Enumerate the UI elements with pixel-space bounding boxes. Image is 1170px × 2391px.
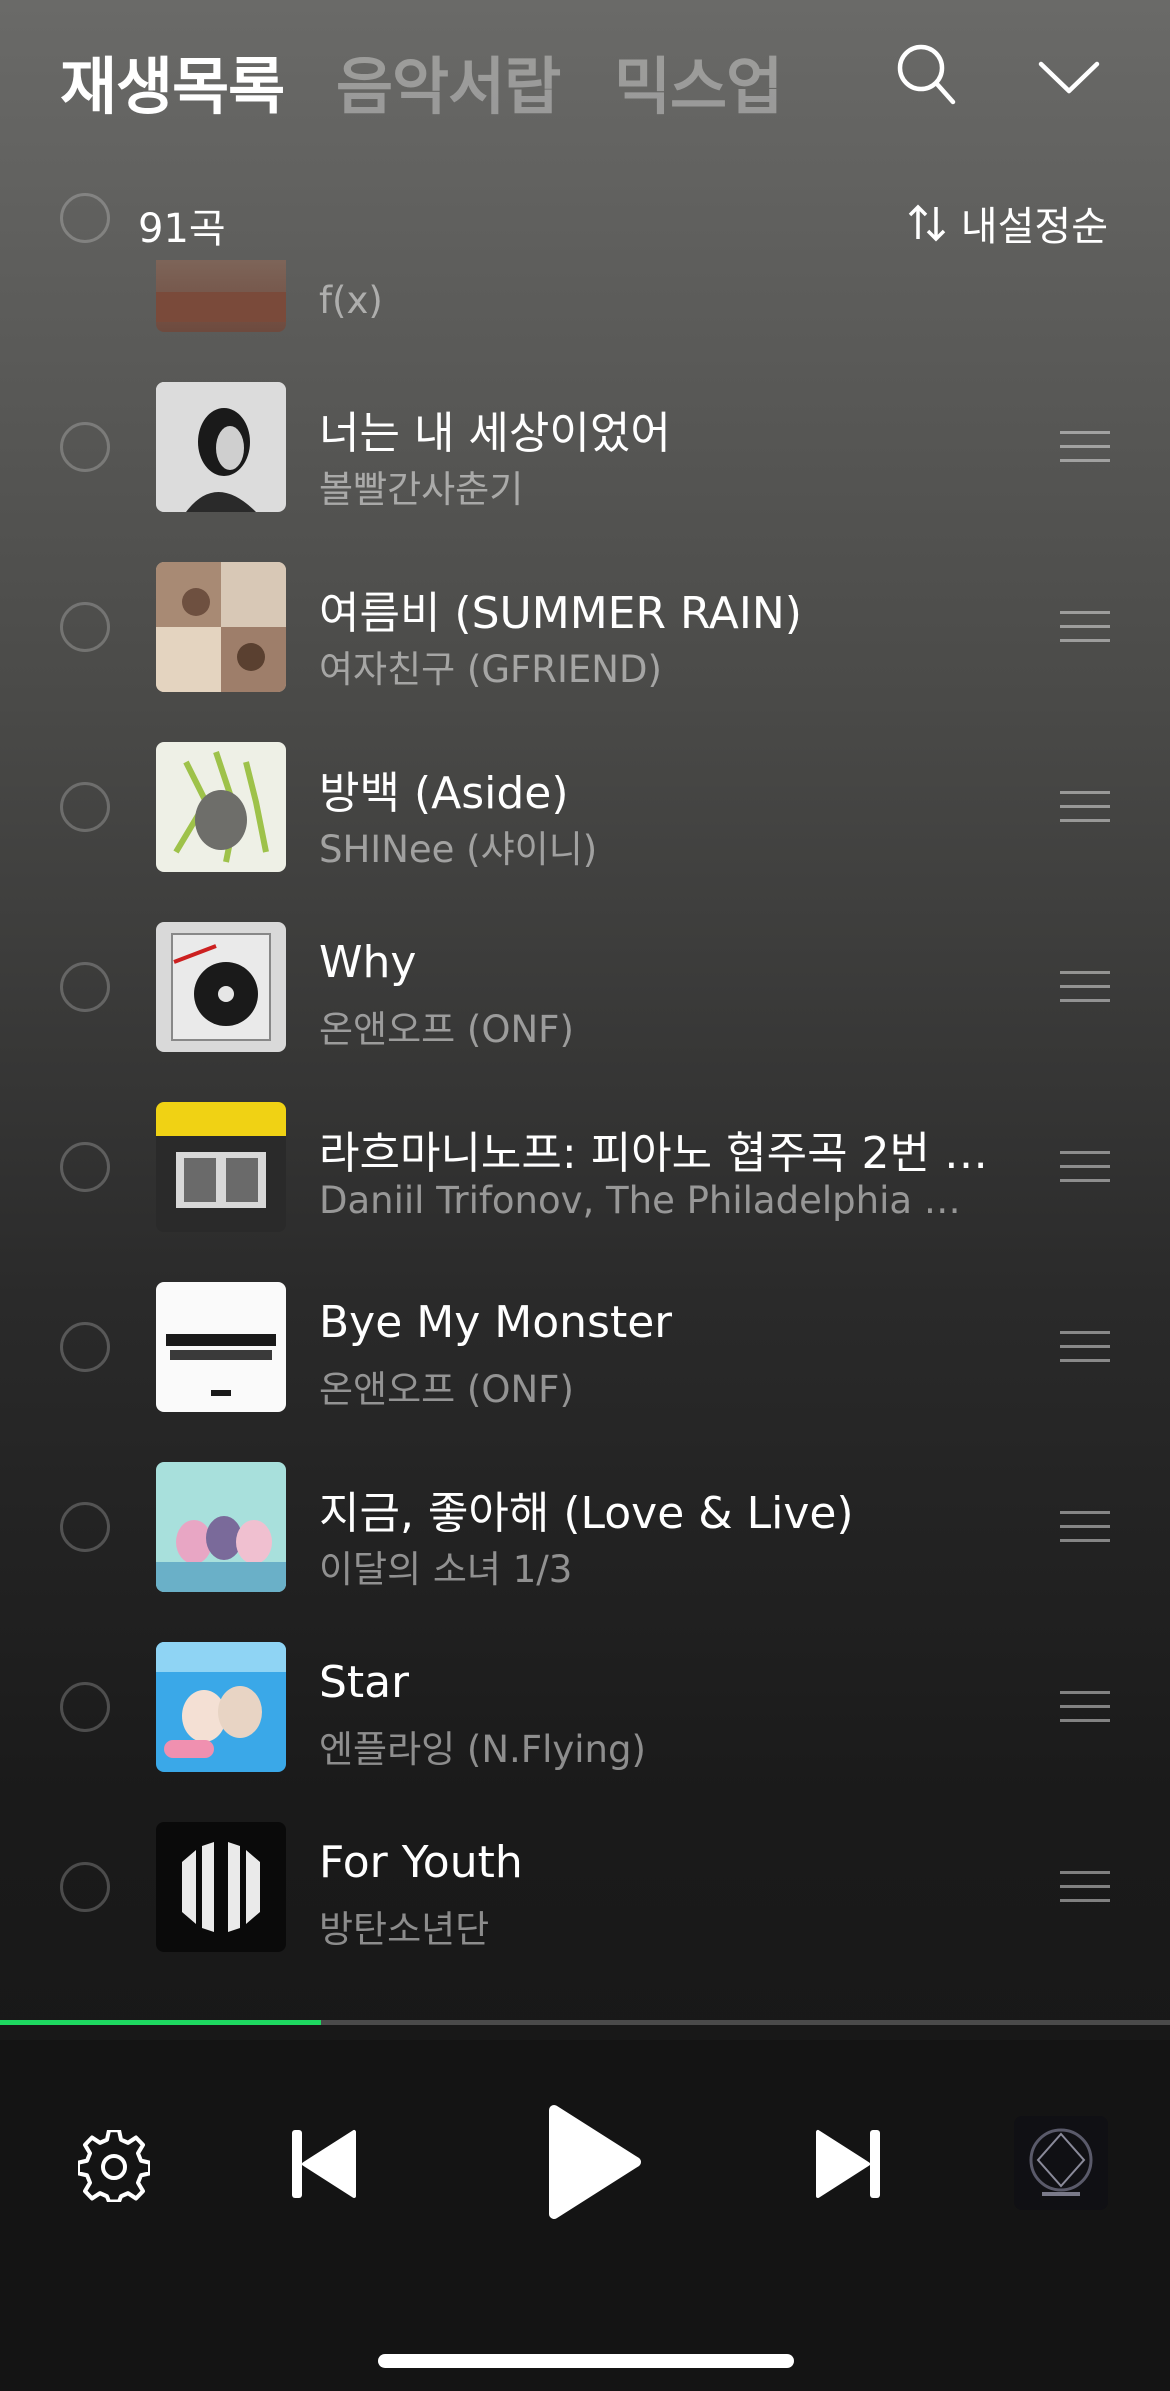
drag-handle-icon[interactable] — [1060, 611, 1110, 643]
player-bar — [0, 2040, 1170, 2391]
next-icon[interactable] — [814, 2128, 882, 2200]
chevron-down-icon[interactable] — [1038, 60, 1100, 96]
playback-progress-bar[interactable] — [0, 2020, 1170, 2025]
track-checkbox[interactable] — [60, 1862, 110, 1912]
tab-mixup[interactable]: 믹스업 — [614, 36, 783, 126]
track-title: 방백 (Aside) — [319, 768, 569, 819]
track-artist: 온앤오프 (ONF) — [319, 1008, 574, 1051]
track-row[interactable]: 여름비 (SUMMER RAIN) 여자친구 (GFRIEND) — [0, 537, 1170, 717]
home-indicator — [378, 2354, 794, 2368]
track-artist: f(x) — [319, 279, 383, 322]
header: 재생목록 음악서랍 믹스업 — [0, 0, 1170, 150]
track-title: Star — [319, 1657, 410, 1708]
track-checkbox[interactable] — [60, 1502, 110, 1552]
settings-icon[interactable] — [78, 2130, 150, 2202]
album-art — [156, 382, 286, 512]
track-row[interactable]: f(x) — [0, 260, 1170, 357]
playback-progress-fill — [0, 2020, 321, 2025]
drag-handle-icon[interactable] — [1060, 791, 1110, 823]
track-artist: 방탄소년단 — [319, 1908, 490, 1951]
track-count: 91곡 — [138, 206, 226, 252]
track-artist: 여자친구 (GFRIEND) — [319, 648, 662, 691]
drag-handle-icon[interactable] — [1060, 1871, 1110, 1903]
track-checkbox[interactable] — [60, 602, 110, 652]
track-checkbox[interactable] — [60, 1682, 110, 1732]
tab-music-drawer[interactable]: 음악서랍 — [336, 36, 561, 126]
track-checkbox[interactable] — [60, 782, 110, 832]
track-checkbox[interactable] — [60, 1322, 110, 1372]
album-art — [156, 1462, 286, 1592]
select-all-checkbox[interactable] — [60, 193, 110, 243]
drag-handle-icon[interactable] — [1060, 1331, 1110, 1363]
track-row[interactable]: 지금, 좋아해 (Love & Live) 이달의 소녀 1/3 — [0, 1437, 1170, 1617]
track-title: For Youth — [319, 1837, 523, 1888]
album-art — [156, 922, 286, 1052]
sort-button[interactable]: 내설정순 — [907, 194, 1108, 252]
track-artist: Daniil Trifonov, The Philadelphia Or… — [319, 1179, 979, 1222]
drag-handle-icon[interactable] — [1060, 1511, 1110, 1543]
track-title: 지금, 좋아해 (Love & Live) — [319, 1488, 854, 1539]
sort-icon — [908, 204, 946, 242]
track-title: 여름비 (SUMMER RAIN) — [319, 588, 802, 639]
album-art — [156, 1642, 286, 1772]
album-art — [156, 1822, 286, 1952]
album-art — [156, 742, 286, 872]
tab-playlist[interactable]: 재생목록 — [60, 36, 285, 126]
drag-handle-icon[interactable] — [1060, 1151, 1110, 1183]
track-checkbox[interactable] — [60, 962, 110, 1012]
track-row[interactable]: For Youth 방탄소년단 — [0, 1797, 1170, 1960]
album-art — [156, 1102, 286, 1232]
album-art — [156, 562, 286, 692]
track-checkbox[interactable] — [60, 422, 110, 472]
track-checkbox[interactable] — [60, 1142, 110, 1192]
track-row[interactable]: Why 온앤오프 (ONF) — [0, 897, 1170, 1077]
play-icon[interactable] — [546, 2102, 642, 2222]
search-icon[interactable] — [895, 42, 957, 108]
sort-label: 내설정순 — [960, 204, 1108, 250]
track-artist: 엔플라잉 (N.Flying) — [319, 1728, 646, 1771]
drag-handle-icon[interactable] — [1060, 1691, 1110, 1723]
drag-handle-icon[interactable] — [1060, 431, 1110, 463]
track-row[interactable]: 라흐마니노프: 피아노 협주곡 2번 C… Daniil Trifonov, T… — [0, 1077, 1170, 1257]
now-playing-album-art[interactable] — [1014, 2116, 1108, 2210]
previous-icon[interactable] — [290, 2128, 358, 2200]
track-title: Bye My Monster — [319, 1297, 673, 1348]
track-row[interactable]: Star 엔플라잉 (N.Flying) — [0, 1617, 1170, 1797]
track-artist: 볼빨간사춘기 — [319, 468, 524, 511]
track-artist: SHINee (샤이니) — [319, 828, 598, 871]
track-row[interactable]: 너는 내 세상이었어 볼빨간사춘기 — [0, 357, 1170, 537]
track-title: 라흐마니노프: 피아노 협주곡 2번 C… — [319, 1128, 999, 1179]
album-art — [156, 260, 286, 332]
album-art — [156, 1282, 286, 1412]
track-row[interactable]: 방백 (Aside) SHINee (샤이니) — [0, 717, 1170, 897]
track-title: 너는 내 세상이었어 — [319, 408, 671, 459]
track-artist: 이달의 소녀 1/3 — [319, 1548, 573, 1591]
drag-handle-icon[interactable] — [1060, 971, 1110, 1003]
track-row[interactable]: Bye My Monster 온앤오프 (ONF) — [0, 1257, 1170, 1437]
track-artist: 온앤오프 (ONF) — [319, 1368, 574, 1411]
track-title: Why — [319, 937, 417, 988]
track-list: f(x) 너는 내 세상이었어 볼빨간사춘기 여름비 (SUMMER RAIN)… — [0, 260, 1170, 1960]
